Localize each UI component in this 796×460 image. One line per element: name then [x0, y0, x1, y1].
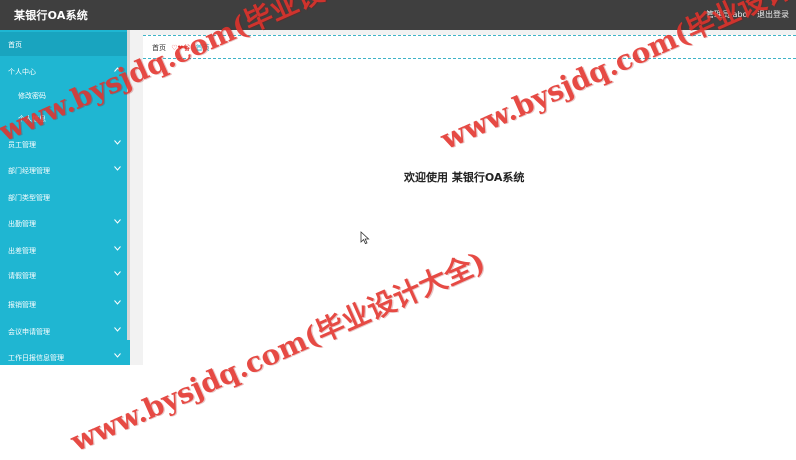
sidebar-item-label: 出勤管理: [8, 220, 36, 228]
sidebar-item-label: 部门类型管理: [8, 194, 50, 202]
sidebar-item-label: 首页: [8, 41, 22, 49]
sidebar-item-label: 部门经理管理: [8, 167, 50, 175]
sidebar-item-dept-manager-mgmt[interactable]: 部门经理管理: [0, 158, 127, 182]
chevron-down-icon: [114, 326, 121, 334]
sidebar-item-dept-type-mgmt[interactable]: 部门类型管理: [0, 185, 127, 209]
breadcrumb-home-link[interactable]: 首页: [152, 44, 166, 52]
sidebar-item-label: 修改密码: [18, 92, 46, 100]
chevron-down-icon: [114, 299, 121, 307]
content-panel: 首页 ♡❤谷 首页 欢迎使用 某银行OA系统: [143, 35, 796, 365]
mouse-cursor-icon: [360, 231, 370, 245]
sidebar-item-label: 个人信息: [18, 115, 46, 123]
sidebar-menu: 首页 个人中心 修改密码 个人信息 员工管理 部门经理管理 部门类型管理 出勤管…: [0, 30, 130, 365]
sidebar-item-label: 出差管理: [8, 247, 36, 255]
chevron-down-icon: [114, 139, 121, 147]
sidebar-item-label: 员工管理: [8, 141, 36, 149]
main-area: 首页 ♡❤谷 首页 欢迎使用 某银行OA系统: [130, 30, 796, 365]
app-title: 某银行OA系统: [14, 9, 88, 22]
chevron-down-icon: [114, 218, 121, 226]
chevron-down-icon: [114, 165, 121, 173]
sidebar-item-label: 请假管理: [8, 272, 36, 280]
sidebar-item-leave-mgmt[interactable]: 请假管理: [0, 263, 127, 287]
sidebar-item-reimbursement-mgmt[interactable]: 报销管理: [0, 292, 127, 316]
chevron-down-icon: [114, 352, 121, 360]
sidebar-item-daily-report-mgmt[interactable]: 工作日报信息管理: [0, 345, 127, 365]
breadcrumb: 首页 ♡❤谷 首页: [152, 43, 210, 53]
sidebar-item-label: 工作日报信息管理: [8, 354, 64, 362]
dashed-divider: [143, 58, 796, 59]
sidebar-item-label: 个人中心: [8, 68, 36, 76]
sidebar-item-employee-mgmt[interactable]: 员工管理: [0, 132, 127, 156]
current-user-label: 管理员 abo: [706, 10, 748, 19]
top-bar: 某银行OA系统 管理员 abo 退出登录: [0, 0, 796, 30]
breadcrumb-current: 首页: [195, 44, 210, 52]
logout-link[interactable]: 退出登录: [757, 9, 789, 20]
sidebar-item-business-trip-mgmt[interactable]: 出差管理: [0, 238, 127, 262]
dashed-divider: [143, 35, 796, 36]
welcome-message: 欢迎使用 某银行OA系统: [404, 171, 525, 184]
chevron-up-icon: [114, 66, 121, 74]
chevron-down-icon: [114, 245, 121, 253]
breadcrumb-separator: ♡❤谷: [171, 44, 191, 52]
chevron-down-icon: [114, 270, 121, 278]
sidebar-item-change-password[interactable]: 修改密码: [0, 83, 127, 107]
sidebar-item-meeting-request-mgmt[interactable]: 会议申请管理: [0, 319, 127, 343]
sidebar-item-attendance-mgmt[interactable]: 出勤管理: [0, 211, 127, 235]
sidebar-item-personal-center[interactable]: 个人中心: [0, 59, 127, 83]
sidebar-item-personal-info[interactable]: 个人信息: [0, 106, 127, 130]
sidebar-item-label: 会议申请管理: [8, 328, 50, 336]
sidebar-item-home[interactable]: 首页: [0, 32, 127, 56]
sidebar-item-label: 报销管理: [8, 301, 36, 309]
